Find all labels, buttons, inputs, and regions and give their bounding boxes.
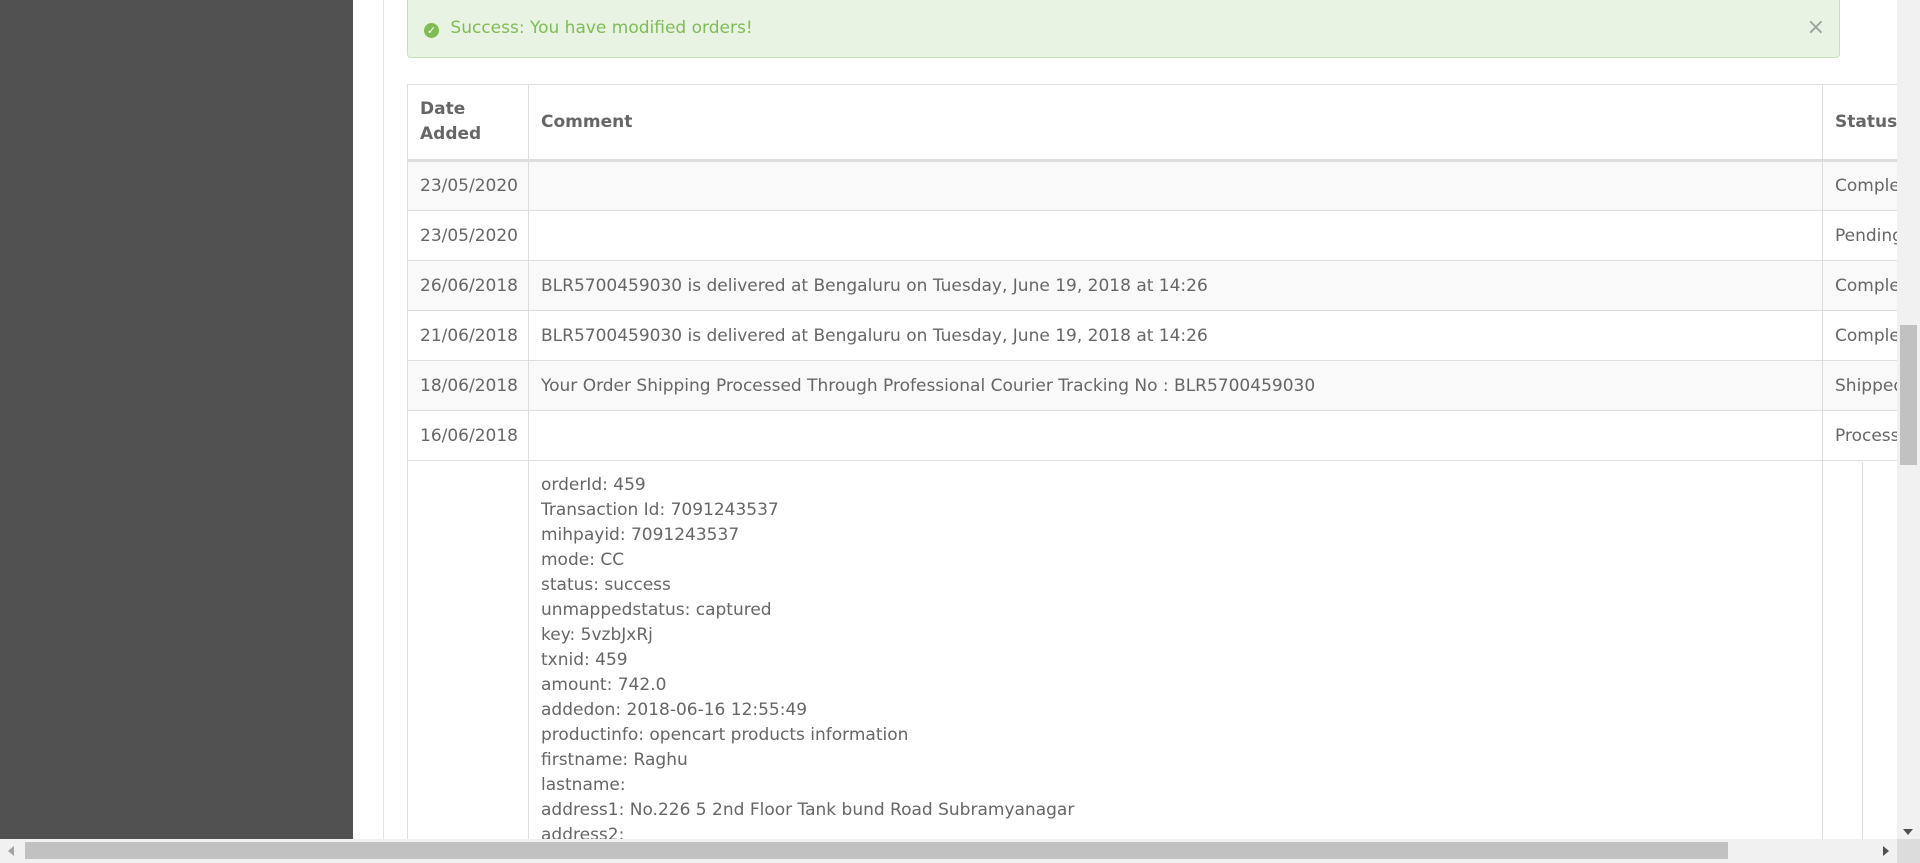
detail-line: orderId: 459 (541, 475, 646, 495)
table-row: 26/06/2018 BLR5700459030 is delivered at… (407, 260, 1900, 311)
page-viewport: ✓ Success: You have modified orders! × D… (0, 0, 1900, 839)
cell-status: Comple (1822, 260, 1900, 311)
cell-comment (528, 210, 1823, 261)
cell-comment (528, 410, 1823, 461)
success-alert: ✓ Success: You have modified orders! × (407, 0, 1840, 58)
table-row: 18/06/2018 Your Order Shipping Processed… (407, 360, 1900, 411)
vertical-scrollbar[interactable] (1897, 0, 1920, 839)
cell-status: Shipped (1822, 360, 1900, 411)
table-row: 23/05/2020 Comple (407, 160, 1900, 211)
cell-date: 18/06/2018 (407, 360, 529, 411)
cell-comment: BLR5700459030 is delivered at Bengaluru … (528, 260, 1823, 311)
detail-line: Transaction Id: 7091243537 (541, 500, 779, 520)
cell-comment: BLR5700459030 is delivered at Bengaluru … (528, 310, 1823, 361)
header-comment[interactable]: Comment (528, 84, 1823, 162)
check-circle-icon: ✓ (424, 23, 439, 38)
cell-status: Process (1822, 410, 1900, 461)
table-row: 23/05/2020 Pending (407, 210, 1900, 261)
cell-date: 21/06/2018 (407, 310, 529, 361)
alert-message: Success: You have modified orders! (450, 18, 753, 38)
horizontal-scrollbar-thumb[interactable] (25, 842, 1728, 859)
order-history-table: Date Added Comment Status 23/05/2020 Com… (407, 84, 1900, 839)
detail-line: addedon: 2018-06-16 12:55:49 (541, 700, 808, 720)
cell-status: Pending (1822, 210, 1900, 261)
detail-line: mode: CC (541, 550, 625, 570)
left-side-panel (0, 0, 353, 839)
detail-line: unmappedstatus: captured (541, 600, 772, 620)
scroll-right-arrow-icon[interactable] (1883, 846, 1889, 856)
content-divider (383, 0, 384, 839)
scrollbar-corner (1897, 839, 1920, 863)
cell-date: 26/06/2018 (407, 260, 529, 311)
detail-line: productinfo: opencart products informati… (541, 725, 909, 745)
cell-status: Comple (1822, 160, 1900, 211)
detail-line: amount: 742.0 (541, 675, 667, 695)
horizontal-scrollbar[interactable] (0, 839, 1897, 863)
scroll-down-arrow-icon[interactable] (1903, 829, 1913, 835)
detail-line: mihpayid: 7091243537 (541, 525, 740, 545)
payment-detail-cell: orderId: 459 Transaction Id: 7091243537 … (528, 460, 1823, 839)
detail-line: firstname: Raghu (541, 750, 688, 770)
scroll-left-arrow-icon[interactable] (8, 846, 14, 856)
cell-date: 23/05/2020 (407, 210, 529, 261)
cell-status: Comple (1822, 310, 1900, 361)
table-row: 16/06/2018 Process (407, 410, 1900, 461)
detail-line: lastname: (541, 775, 626, 795)
detail-line: txnid: 459 (541, 650, 628, 670)
status-column-inner-border (1862, 462, 1863, 839)
table-row: 21/06/2018 BLR5700459030 is delivered at… (407, 310, 1900, 361)
cell-comment (528, 160, 1823, 211)
detail-line: status: success (541, 575, 671, 595)
close-icon[interactable]: × (1807, 0, 1825, 56)
header-date-added[interactable]: Date Added (407, 84, 529, 162)
cell-date: 16/06/2018 (407, 410, 529, 461)
detail-line: address1: No.226 5 2nd Floor Tank bund R… (541, 800, 1075, 820)
cell-comment: Your Order Shipping Processed Through Pr… (528, 360, 1823, 411)
cell-date: 23/05/2020 (407, 160, 529, 211)
cell-date (407, 460, 529, 839)
header-status[interactable]: Status (1822, 84, 1900, 162)
payment-detail-row: orderId: 459 Transaction Id: 7091243537 … (407, 460, 1900, 839)
vertical-scrollbar-thumb[interactable] (1900, 325, 1917, 465)
detail-line: address2: (541, 825, 625, 839)
detail-line: key: 5vzbJxRj (541, 625, 653, 645)
table-header-row: Date Added Comment Status (407, 84, 1900, 162)
